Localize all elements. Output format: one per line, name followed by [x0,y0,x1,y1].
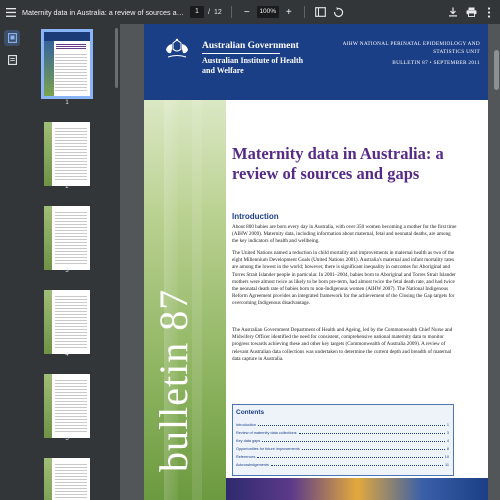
vertical-bulletin-title: bulletin 87 [151,288,196,472]
agency-name: Australian Institute of Health and Welfa… [202,56,304,75]
print-icon[interactable] [464,5,478,19]
toc-label: Key data gaps [236,439,261,443]
toc-item[interactable]: Review of maternity data collections 3 [236,429,449,435]
zoom-in-button[interactable]: + [283,6,295,18]
thumbnail-number: 1 [65,100,69,106]
page-separator: / [208,8,210,16]
thumbnail-green-band [44,374,52,438]
toolbar-actions [446,0,500,24]
toc-label: Review of maternity data collections [236,431,297,435]
thumbnail-text-lines [55,54,87,92]
thumbnail-green-band [44,122,52,186]
thumbnail-icon [7,33,17,43]
toc-leader [298,433,445,434]
toc-item[interactable]: Key data gaps 4 [236,437,449,443]
outline-icon [7,55,17,65]
thumbnail-page-1[interactable] [41,29,93,99]
page-zoom-controls: 1 / 12 − 100% + [190,0,346,24]
thumbnail-header [44,32,90,41]
thumbnail-title-lines [56,44,86,49]
thumbnail-number: 5 [65,436,69,442]
unit-name: AIHW NATIONAL PERINATAL EPIDEMIOLOGY AND… [342,41,480,55]
toc-leader [257,457,443,458]
toc-label: Acknowledgements [236,463,269,467]
toc-item[interactable]: Opportunities for future improvements 8 [236,445,449,451]
page-scrollbar-track[interactable] [492,24,500,500]
toc-page: 4 [446,439,449,443]
more-vert-icon[interactable] [482,5,496,19]
toc-label: Opportunities for future improvements [236,447,300,451]
total-pages: 12 [213,8,222,16]
thumbnail-green-band [44,206,52,270]
zoom-input[interactable]: 100% [256,6,279,18]
intro-paragraph-3: The Australian Government Department of … [232,327,453,362]
government-name: Australian Government [202,41,299,51]
toc-leader [257,425,445,426]
thumbnail-page-5[interactable] [44,374,90,438]
thumbnail-page-6[interactable] [44,458,90,500]
thumbnail-text-lines [55,464,87,500]
sidebar-rail [0,24,24,500]
toc-page: 11 [445,463,449,467]
page-title: Maternity data in Australia: a review of… [232,144,444,183]
thumbnail-text-lines [55,380,87,434]
logo-rule [202,53,280,54]
page-scrollbar-thumb[interactable] [494,50,499,90]
intro-paragraph-2: The United Nations named a reduction in … [232,250,456,307]
download-icon[interactable] [446,5,460,19]
thumbnail-cover-band [44,32,54,96]
thumbnail-number: 2 [65,184,69,190]
page-number-input[interactable]: 1 [190,6,204,18]
thumbnail-number: 4 [65,352,69,358]
thumbnail-green-band [44,458,52,500]
thumbnail-page-2[interactable] [44,122,90,186]
zoom-out-button[interactable]: − [241,6,253,18]
intro-paragraph-1: About 800 babies are born every day in A… [232,224,457,245]
contents-heading: Contents [236,409,265,416]
thumbnail-page-3[interactable] [44,206,90,270]
toc-leader [262,441,445,442]
toolbar-divider [230,6,232,18]
fit-page-icon[interactable] [314,5,328,19]
thumbnail-panel: 1 2 3 4 5 [24,24,120,500]
document-title: Maternity data in Australia: a review of… [22,7,184,17]
thumbnail-scrollbar[interactable] [115,28,118,88]
decorative-footer-band [226,478,488,500]
thumbnail-text-lines [55,128,87,182]
coat-of-arms-icon [166,38,188,58]
toc-page: 3 [446,431,449,435]
thumbnail-text-lines [55,296,87,350]
document-page: Australian Government Australian Institu… [144,24,488,500]
toc-leader [301,449,445,450]
contents-box: Contents Introduction 1 Review of materni… [232,404,454,476]
thumbnail-number: 3 [65,268,69,274]
toc-page: 10 [444,455,449,459]
page-header-band: Australian Government Australian Institu… [144,24,488,100]
toolbar-divider [303,6,305,18]
toc-item[interactable]: Acknowledgements 11 [236,461,449,467]
thumbnails-view-button[interactable] [4,30,20,46]
outline-view-button[interactable] [4,52,20,68]
bulletin-id: BULLETIN 87 • SEPTEMBER 2011 [392,60,480,66]
toc-label: Introduction [236,423,256,427]
toc-page: 1 [446,423,449,427]
toc-item[interactable]: Introduction 1 [236,421,449,427]
toc-leader [270,465,444,466]
intro-heading: Introduction [232,212,279,221]
toc-item[interactable]: References 10 [236,453,449,459]
toc-label: References [236,455,256,459]
pdf-toolbar: Maternity data in Australia: a review of… [0,0,500,24]
toc-page: 8 [446,447,449,451]
rotate-icon[interactable] [332,5,346,19]
thumbnail-page-4[interactable] [44,290,90,354]
thumbnail-green-band [44,290,52,354]
menu-icon[interactable] [0,0,22,24]
thumbnail-text-lines [55,212,87,266]
